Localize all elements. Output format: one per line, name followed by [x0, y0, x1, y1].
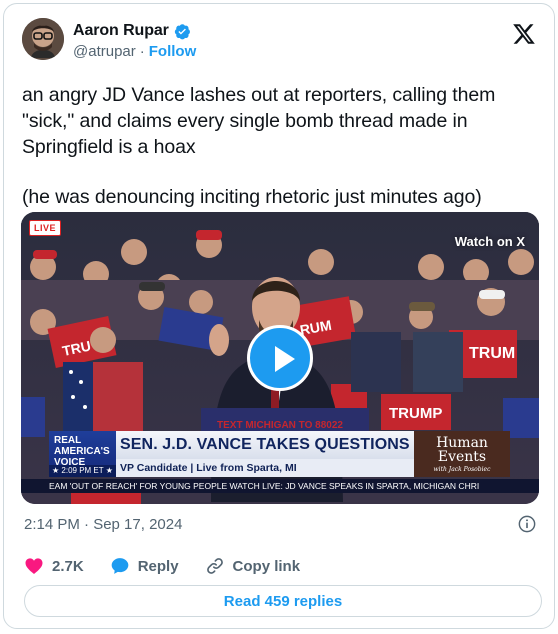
tweet-card: Aaron Rupar @atrupar · Follow an angry J… [3, 3, 555, 629]
like-button[interactable]: 2.7K [24, 556, 84, 576]
follow-button[interactable]: Follow [149, 43, 197, 60]
watch-on-x-link[interactable]: Watch on X [455, 234, 525, 249]
play-button[interactable] [247, 325, 313, 391]
separator-dot: · [139, 43, 145, 60]
copy-link-button[interactable]: Copy link [205, 556, 301, 576]
reply-icon [111, 558, 129, 574]
chyron-subtitle: VP Candidate | Live from Sparta, MI [116, 459, 414, 477]
likes-count: 2.7K [52, 557, 84, 575]
heart-icon [25, 558, 43, 574]
author-handle[interactable]: @atrupar [73, 43, 136, 60]
reply-button[interactable]: Reply [110, 556, 179, 576]
link-icon [206, 558, 223, 574]
verified-icon [174, 23, 191, 40]
chyron-time: ★ 2:09 PM ET ★ [49, 465, 116, 477]
reply-label: Reply [137, 557, 179, 575]
svg-text:TEXT MICHIGAN TO 88022: TEXT MICHIGAN TO 88022 [217, 420, 343, 431]
svg-text:TRUMP: TRUMP [389, 405, 442, 422]
tweet-text: an angry JD Vance lashes out at reporter… [22, 82, 532, 210]
brand-tagline: with Jack Posobiec [433, 466, 491, 473]
play-icon [275, 346, 295, 372]
brand-logo-text: Human Events [436, 435, 488, 465]
tweet-paragraph: an angry JD Vance lashes out at reporter… [22, 84, 496, 158]
copy-link-label: Copy link [232, 557, 301, 575]
read-replies-button[interactable]: Read 459 replies [24, 585, 542, 617]
live-badge: LIVE [29, 220, 62, 236]
tweet-paragraph: (he was denouncing inciting rhetoric jus… [22, 186, 482, 208]
chyron-headline: SEN. J.D. VANCE TAKES QUESTIONS [116, 431, 414, 459]
author-name[interactable]: Aaron Rupar [73, 22, 169, 40]
brand-logo: Human Events with Jack Posobiec [414, 431, 510, 477]
author-block: Aaron Rupar @atrupar · Follow [73, 22, 196, 60]
tweet-timestamp[interactable]: 2:14 PM · Sep 17, 2024 [24, 516, 182, 533]
action-bar: 2.7K Reply Copy link [24, 556, 326, 576]
news-ticker: EAM 'OUT OF REACH' FOR YOUNG PEOPLE WATC… [21, 479, 539, 493]
x-logo-icon[interactable] [512, 22, 536, 46]
svg-text:TRUM: TRUM [469, 345, 515, 362]
video-player[interactable]: TRUM TRUMP RUM TRU TEXT MICHIGAN TO 8802… [21, 212, 539, 504]
avatar[interactable] [22, 18, 64, 60]
info-icon[interactable] [518, 515, 536, 533]
